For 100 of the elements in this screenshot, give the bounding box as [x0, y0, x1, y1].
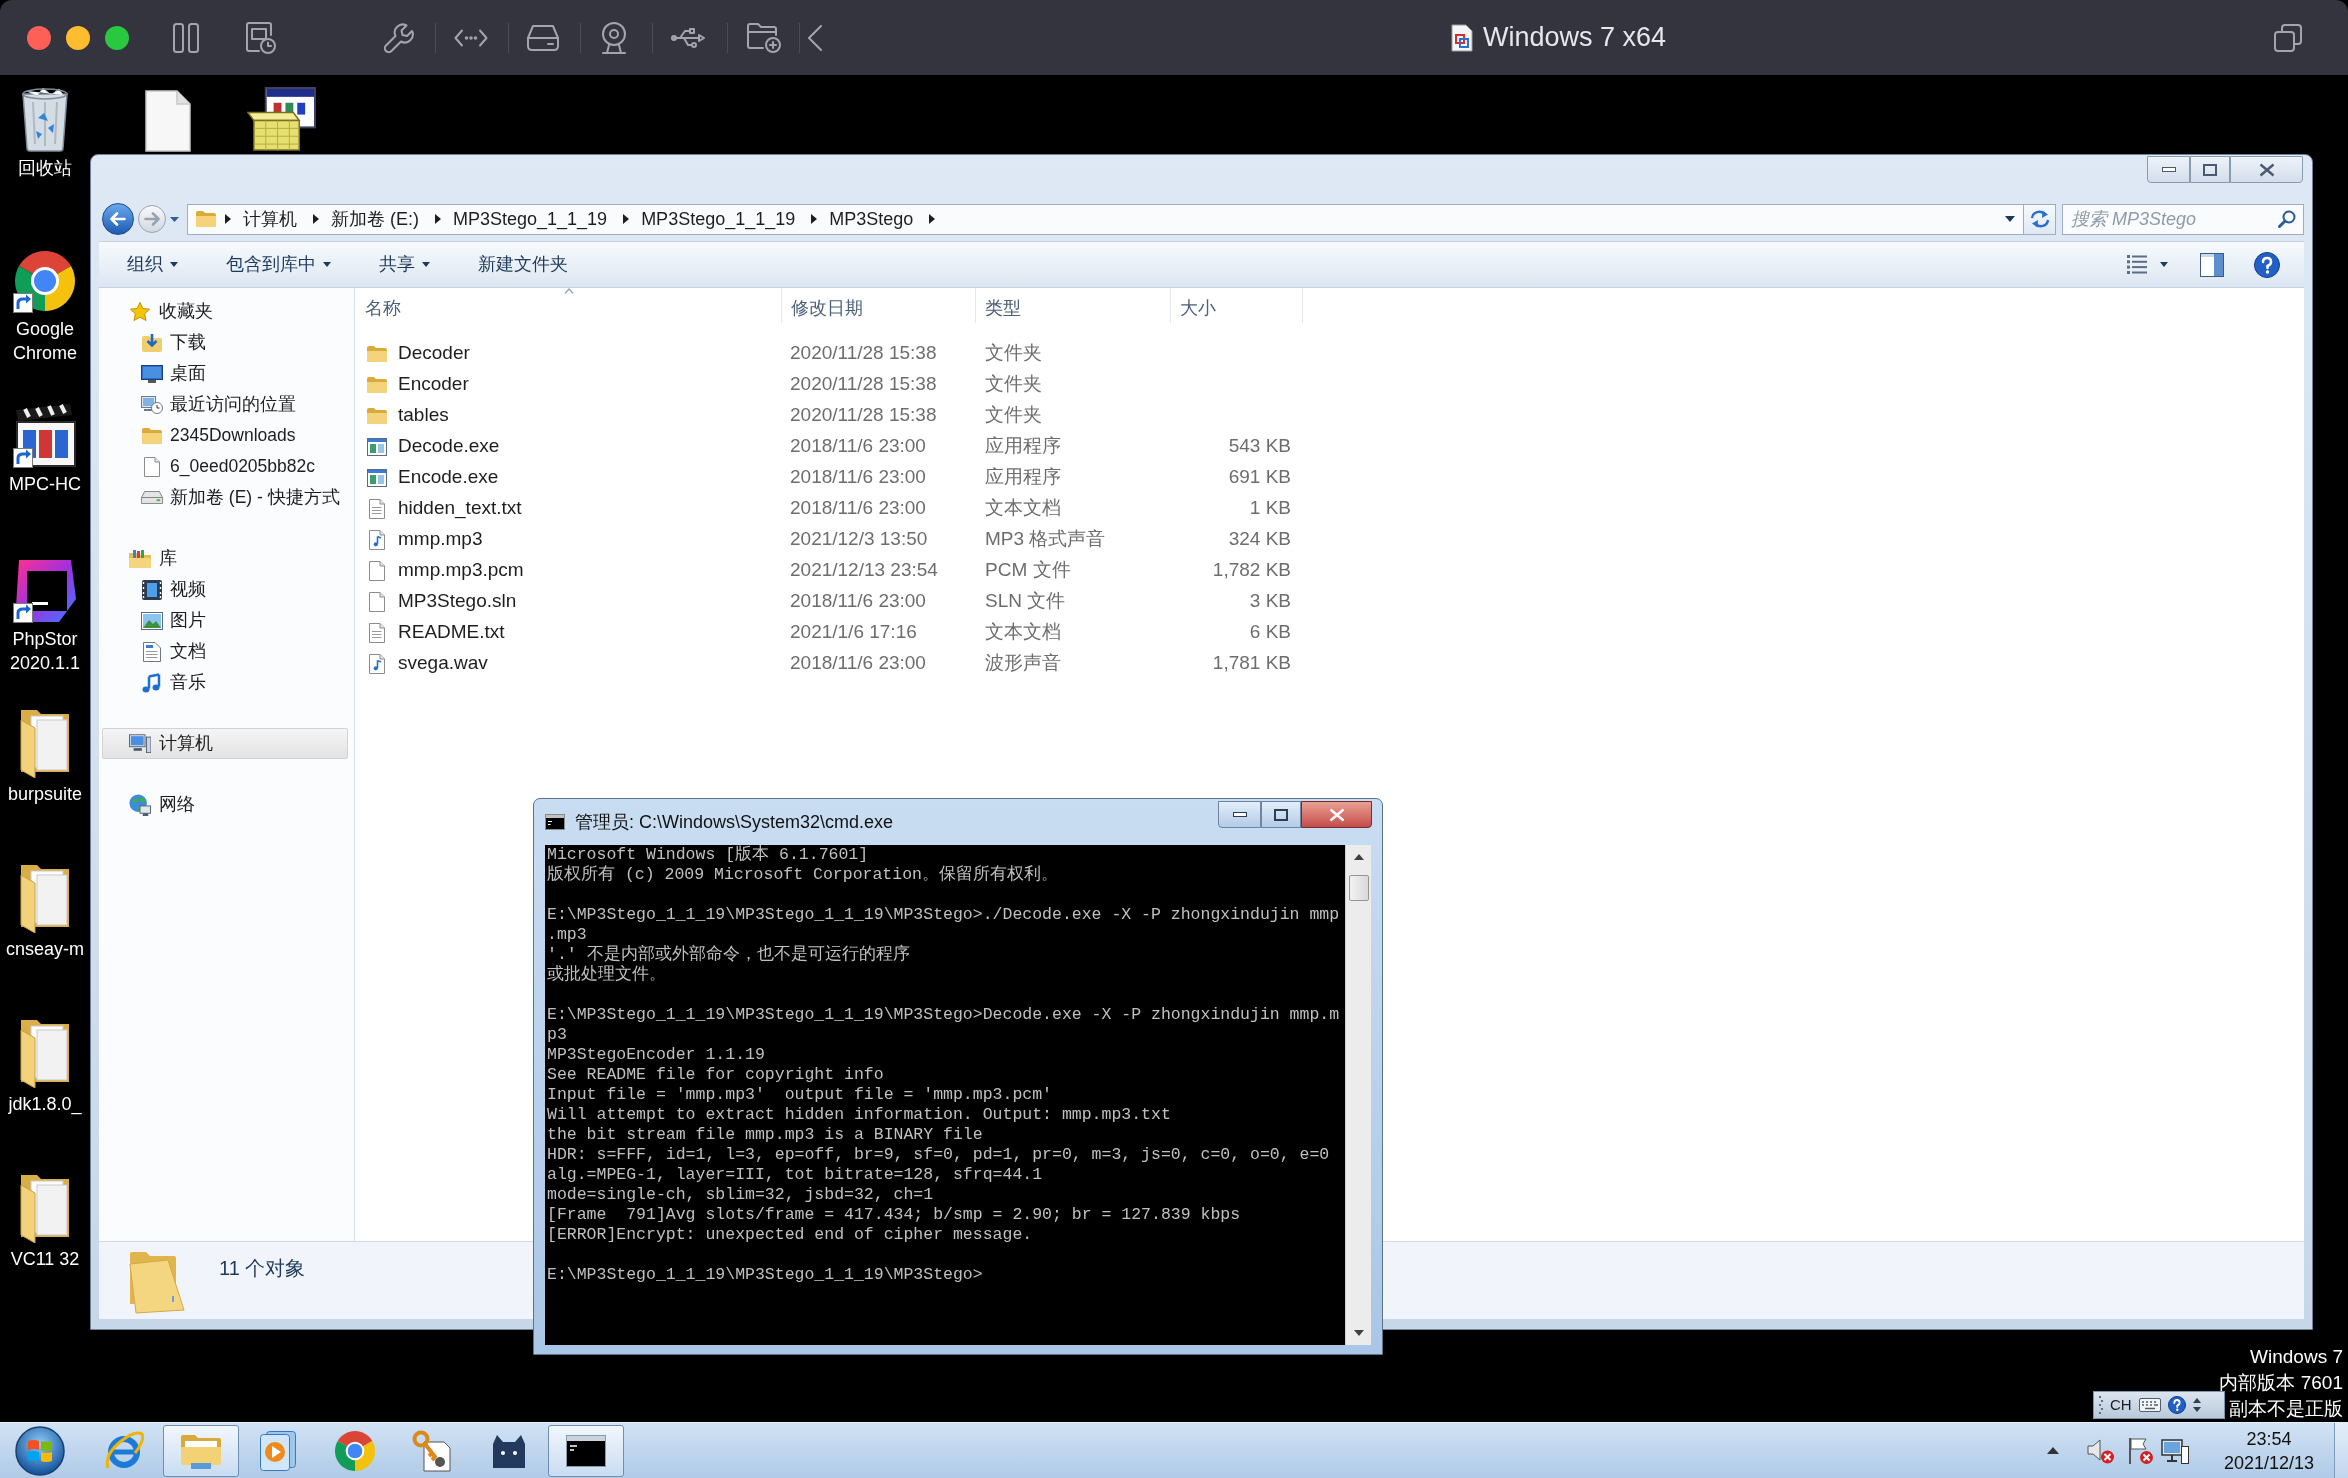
help-icon[interactable]: [2254, 251, 2280, 278]
minimize-button[interactable]: [1218, 801, 1261, 828]
nav-item[interactable]: 最近访问的位置: [102, 389, 348, 420]
zoom-button[interactable]: [105, 25, 129, 50]
app-tile-icon[interactable]: [13, 559, 77, 623]
caret-up-icon[interactable]: [1353, 854, 1364, 860]
nav-item[interactable]: 网络: [102, 789, 348, 820]
file-name[interactable]: mmp.mp3: [398, 525, 483, 554]
nav-item[interactable]: 桌面: [102, 358, 348, 389]
folder-badge-icon[interactable]: [747, 22, 781, 53]
nav-item[interactable]: 计算机: [102, 728, 348, 759]
nav-item[interactable]: 图片: [102, 605, 348, 636]
nav-item[interactable]: 新加卷 (E) - 快捷方式: [102, 482, 348, 513]
preview-pane-icon[interactable]: [2200, 252, 2224, 277]
drive-icon[interactable]: [527, 24, 559, 51]
breadcrumb-item[interactable]: MP3Stego: [822, 205, 921, 233]
close-button[interactable]: [1301, 801, 1372, 828]
file-name[interactable]: svega.wav: [398, 649, 488, 678]
toolbar-button[interactable]: 组织: [115, 248, 190, 281]
clock-button[interactable]: 23:54 2021/12/13: [2209, 1426, 2329, 1475]
desktop-label[interactable]: 回收站: [18, 156, 72, 180]
close-button[interactable]: [2230, 156, 2303, 183]
breadcrumb-item[interactable]: 计算机: [236, 205, 304, 233]
desktop-label[interactable]: jdk1.8.0_: [8, 1092, 82, 1116]
file-name[interactable]: tables: [398, 401, 449, 430]
file-name[interactable]: Decode.exe: [398, 432, 500, 461]
file-name[interactable]: mmp.mp3.pcm: [398, 556, 524, 585]
toolbar-button[interactable]: 新建文件夹: [466, 248, 580, 281]
list-view-icon[interactable]: [2127, 255, 2147, 274]
toolbar-button[interactable]: 包含到库中: [214, 248, 343, 281]
desktop-label[interactable]: cnseay-m: [6, 937, 84, 961]
desktop-label[interactable]: PhpStor 2020.1.1: [9, 627, 81, 675]
nav-item[interactable]: 收藏夹: [102, 296, 348, 327]
clapperboard-icon[interactable]: [13, 404, 77, 468]
minimize-button[interactable]: [2147, 156, 2190, 183]
document-icon[interactable]: [145, 90, 191, 152]
taskbar-button[interactable]: [548, 1424, 624, 1477]
caret-down-icon[interactable]: [2005, 216, 2015, 222]
breadcrumb-item[interactable]: MP3Stego_1_1_19: [634, 205, 803, 233]
caret-down-icon[interactable]: [2160, 262, 2168, 267]
folder-icon[interactable]: [19, 1173, 71, 1243]
input-language[interactable]: CH: [2110, 1393, 2132, 1417]
round-logo-icon[interactable]: [13, 249, 77, 313]
address-bar[interactable]: 计算机 新加卷 (E:) MP3Stego_1_1_19 MP3Stego_1_1_19 MP3Stego: [187, 203, 2024, 235]
caret-right-icon[interactable]: [313, 214, 319, 224]
column-header[interactable]: 大小: [1171, 288, 1303, 323]
maximize-button[interactable]: [1261, 801, 1301, 828]
recycle-bin-icon[interactable]: [21, 86, 69, 152]
folder-icon[interactable]: [19, 863, 71, 933]
close-button[interactable]: [27, 25, 51, 50]
file-name[interactable]: hidden_text.txt: [398, 494, 522, 523]
search-icon[interactable]: [2278, 209, 2296, 228]
breadcrumb-item[interactable]: MP3Stego_1_1_19: [446, 205, 615, 233]
nav-item[interactable]: 库: [102, 543, 348, 574]
refresh-button[interactable]: [2024, 203, 2056, 235]
wrench-icon[interactable]: [384, 22, 414, 53]
keyboard-icon[interactable]: [2138, 1398, 2161, 1412]
desktop-label[interactable]: Google Chrome: [13, 317, 77, 365]
file-name[interactable]: Encoder: [398, 370, 469, 399]
nav-item[interactable]: 音乐: [102, 667, 348, 698]
nav-item[interactable]: 下载: [102, 327, 348, 358]
caret-right-icon[interactable]: [225, 214, 231, 224]
caret-right-icon[interactable]: [929, 214, 936, 224]
scrollbar-thumb[interactable]: [1348, 875, 1369, 901]
nav-item[interactable]: 6_0eed0205bb82c: [102, 451, 348, 482]
speaker-muted-icon[interactable]: [2087, 1437, 2115, 1464]
folder-icon[interactable]: [19, 1018, 71, 1088]
desktop-label[interactable]: burpsuite: [7, 782, 83, 806]
chevron-left-icon[interactable]: [808, 24, 822, 51]
column-header[interactable]: 名称: [356, 288, 782, 323]
caret-right-icon[interactable]: [435, 214, 441, 224]
toolbar-button[interactable]: 共享: [367, 248, 442, 281]
nav-item[interactable]: 视频: [102, 574, 348, 605]
file-name[interactable]: Encode.exe: [398, 463, 499, 492]
breadcrumb-item[interactable]: 新加卷 (E:): [324, 205, 426, 233]
arrows-icon[interactable]: [2192, 1397, 2201, 1413]
network-icon[interactable]: [2161, 1437, 2189, 1464]
caret-right-icon[interactable]: [811, 214, 818, 224]
folder-icon[interactable]: [19, 708, 71, 778]
back-button[interactable]: [102, 203, 134, 235]
desktop-label[interactable]: VC11 32: [10, 1247, 80, 1271]
file-name[interactable]: Decoder: [398, 339, 470, 368]
angle-brackets-icon[interactable]: [454, 28, 488, 47]
file-name[interactable]: README.txt: [398, 618, 505, 647]
caret-up-icon[interactable]: [2047, 1447, 2059, 1454]
maximize-button[interactable]: [2190, 156, 2230, 183]
nav-item[interactable]: 文档: [102, 636, 348, 667]
webcam-icon[interactable]: [600, 21, 628, 54]
pause-icon[interactable]: [173, 22, 199, 53]
document-clock-icon[interactable]: [246, 21, 276, 54]
flag-error-icon[interactable]: [2126, 1436, 2154, 1465]
usb-icon[interactable]: [671, 27, 705, 48]
column-header[interactable]: 修改日期: [782, 288, 976, 323]
desktop-label[interactable]: MPC-HC: [9, 472, 81, 496]
grip-icon[interactable]: [2099, 1396, 2103, 1414]
column-header[interactable]: 类型: [976, 288, 1171, 323]
software-box-icon[interactable]: [247, 87, 317, 152]
restore-icon[interactable]: [2274, 23, 2302, 52]
caret-right-icon[interactable]: [623, 214, 630, 224]
file-name[interactable]: MP3Stego.sln: [398, 587, 517, 616]
